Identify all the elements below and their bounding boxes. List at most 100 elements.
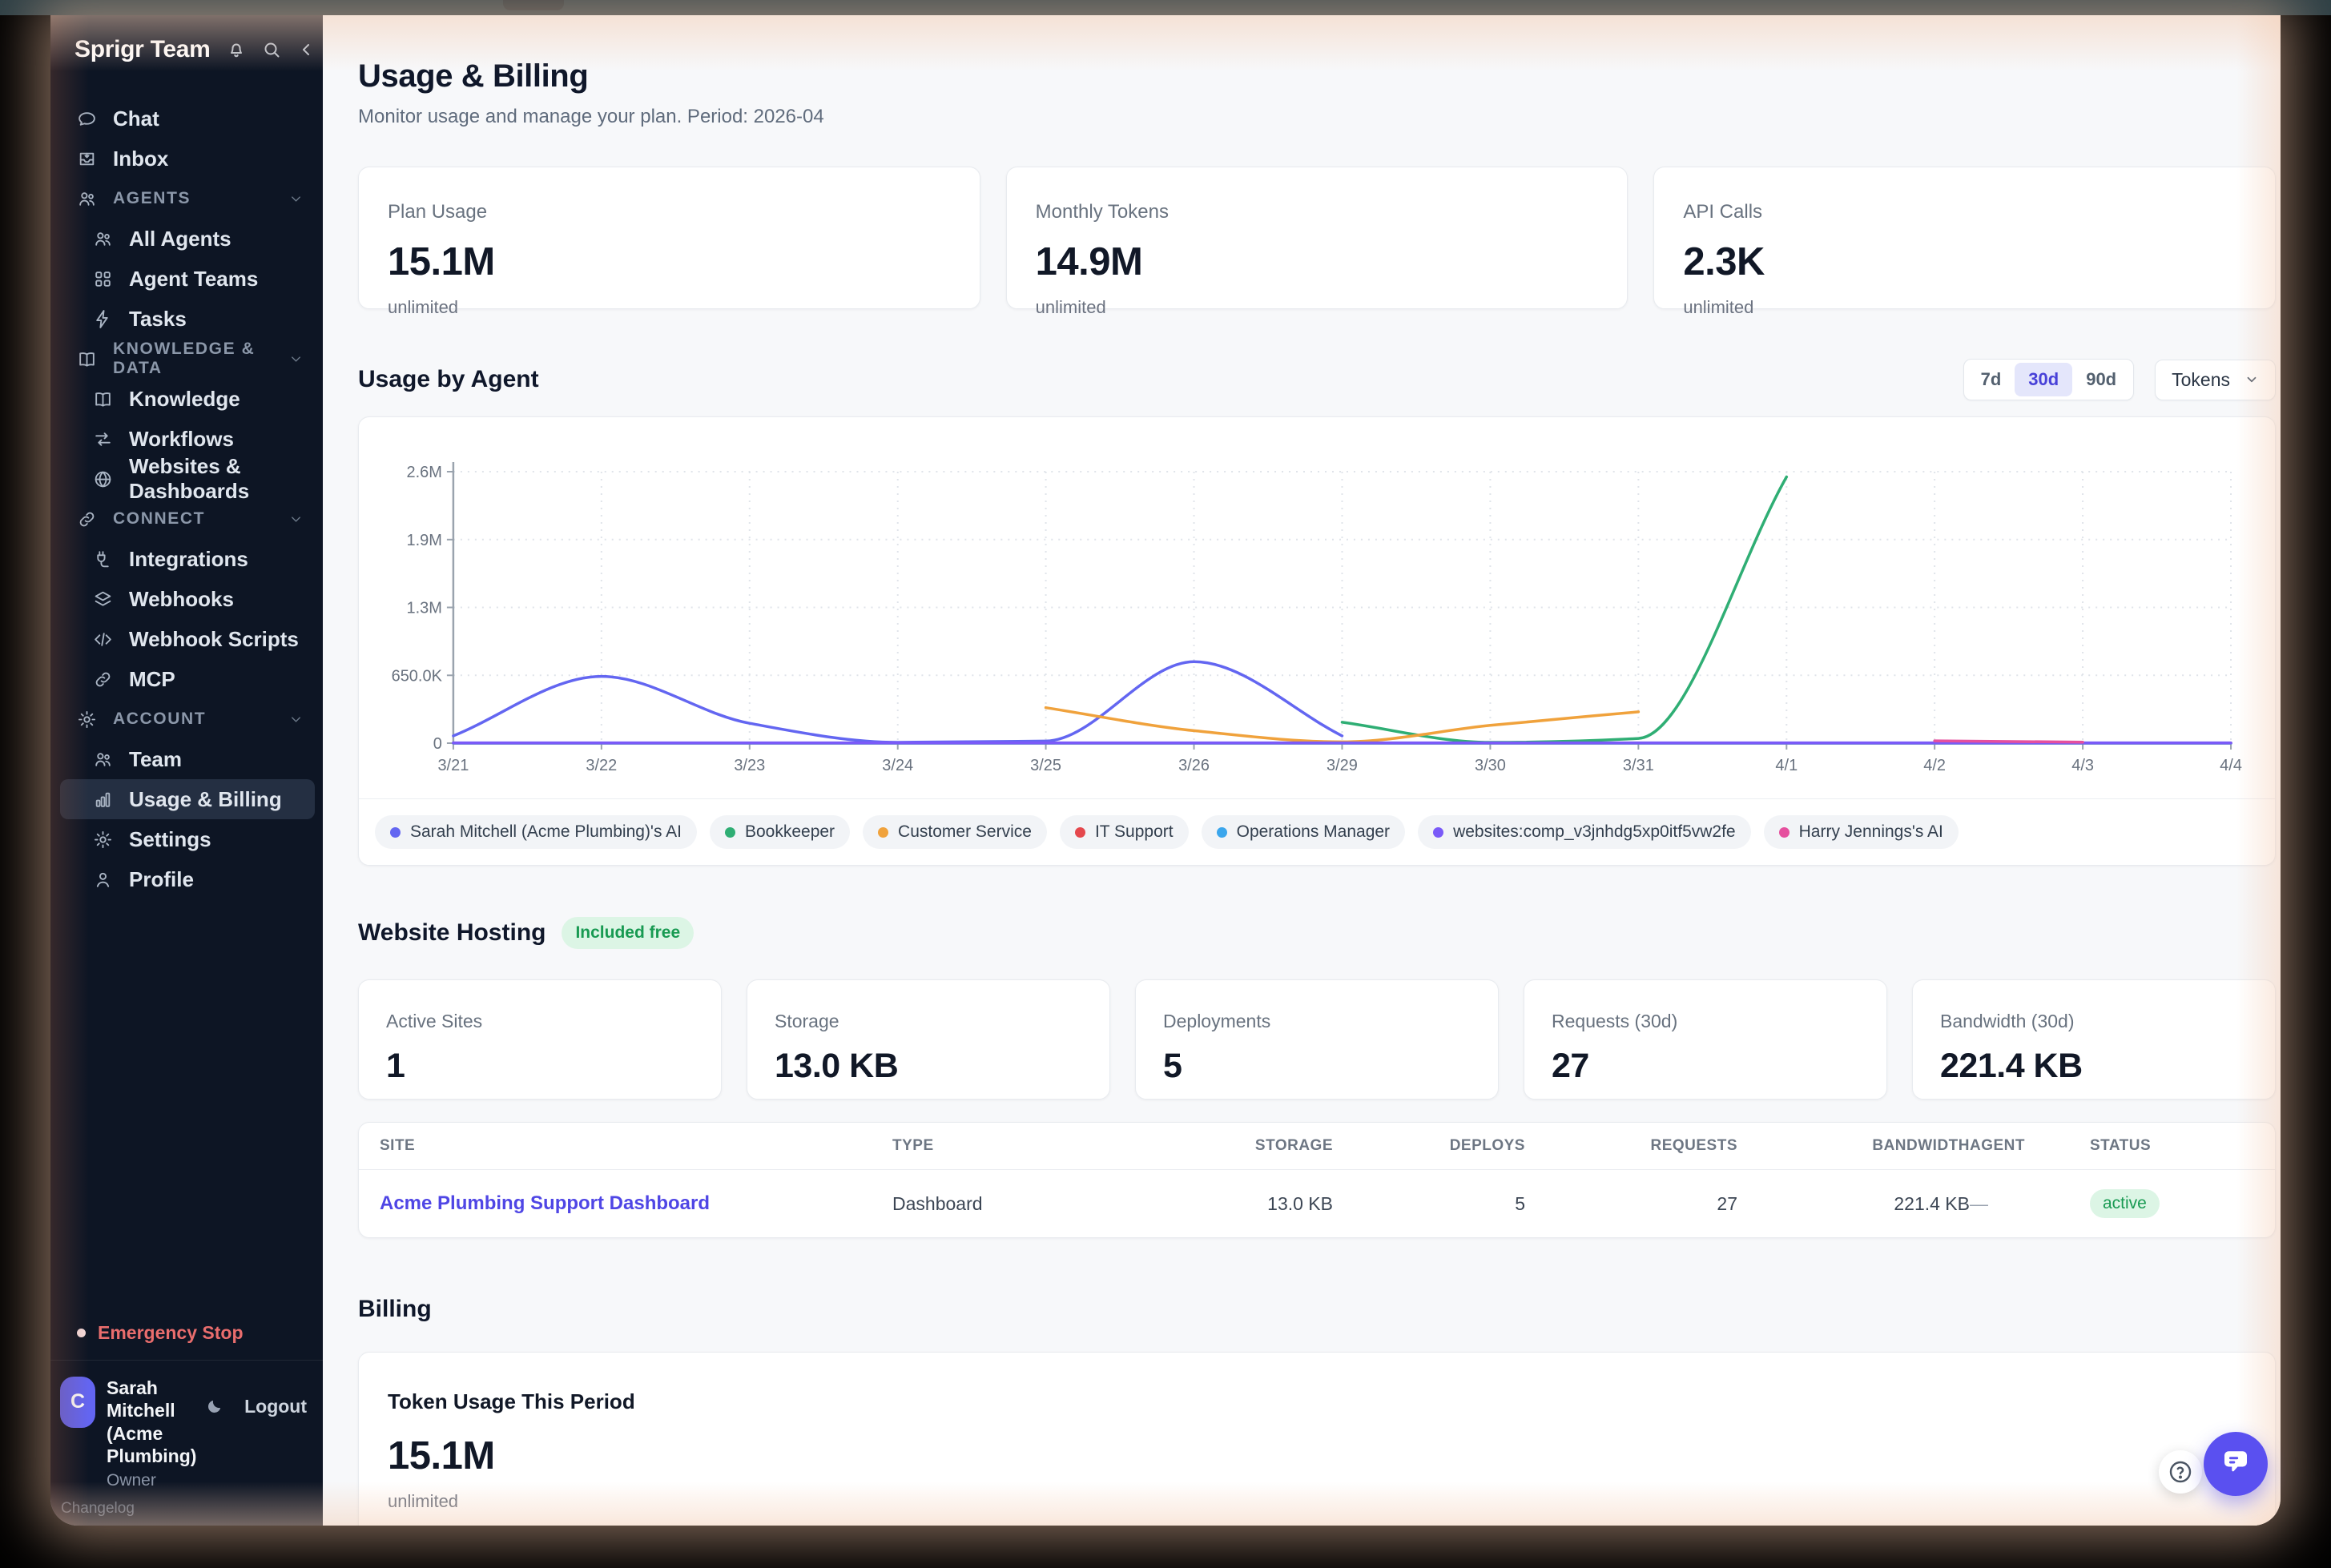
- stat-card-api-calls: API Calls 2.3K unlimited: [1653, 167, 2276, 317]
- dark-mode-toggle-icon[interactable]: [205, 1397, 223, 1416]
- sidebar-item-label: Team: [129, 746, 182, 771]
- range-option-7d[interactable]: 7d: [1967, 363, 2015, 396]
- svg-text:3/23: 3/23: [734, 757, 765, 774]
- emergency-stop-dot: [77, 1328, 86, 1337]
- svg-text:3/31: 3/31: [1623, 757, 1654, 774]
- sidebar-item-websites-dashboards[interactable]: Websites & Dashboards: [60, 454, 315, 503]
- stat-value: 14.9M: [1035, 240, 1143, 283]
- sidebar-item-integrations[interactable]: Integrations: [60, 539, 315, 579]
- sidebar-item-settings[interactable]: Settings: [60, 819, 315, 859]
- sidebar-header: Sprigr Team: [50, 36, 323, 63]
- emergency-stop-button[interactable]: Emergency Stop: [50, 1322, 323, 1344]
- legend-item-harry-jennings-s-ai[interactable]: Harry Jennings's AI: [1763, 815, 1959, 849]
- plug-icon: [93, 549, 113, 569]
- stat-value: 2.3K: [1683, 240, 1765, 283]
- chevron-down-icon: [288, 352, 304, 367]
- chat-icon: [77, 109, 97, 129]
- chevron-down-icon: [288, 712, 304, 727]
- metric-select[interactable]: Tokens: [2155, 359, 2276, 400]
- legend-item-customer-service[interactable]: Customer Service: [863, 815, 1047, 849]
- legend-dot: [1074, 826, 1085, 838]
- sidebar-item-all-agents[interactable]: All Agents: [60, 219, 315, 259]
- help-button[interactable]: [2159, 1450, 2202, 1494]
- legend-dot: [1433, 826, 1444, 838]
- logout-button[interactable]: Logout: [244, 1396, 307, 1417]
- chat-widget-button[interactable]: [2204, 1432, 2268, 1496]
- svg-text:1.3M: 1.3M: [406, 599, 441, 617]
- stat-sub: unlimited: [388, 297, 459, 317]
- stat-label: Plan Usage: [388, 201, 488, 223]
- site-link[interactable]: Acme Plumbing Support Dashboard: [380, 1192, 892, 1215]
- search-icon[interactable]: [262, 40, 281, 59]
- sidebar-item-label: MCP: [129, 666, 175, 691]
- sidebar-item-webhooks[interactable]: Webhooks: [60, 579, 315, 619]
- hosting-card-deployments: Deployments 5: [1135, 979, 1499, 1100]
- svg-text:0: 0: [433, 735, 442, 753]
- sidebar-item-agents[interactable]: AGENTS: [50, 179, 323, 219]
- sidebar-item-label: Tasks: [129, 306, 187, 331]
- sidebar-item-agent-teams[interactable]: Agent Teams: [60, 259, 315, 299]
- column-header-type: TYPE: [892, 1137, 934, 1154]
- changelog-link[interactable]: Changelog: [50, 1492, 323, 1518]
- sidebar-item-mcp[interactable]: MCP: [60, 659, 315, 699]
- legend-item-operations-manager[interactable]: Operations Manager: [1201, 815, 1406, 849]
- status-badge: active: [2090, 1189, 2160, 1218]
- column-header-site: SITE: [380, 1137, 416, 1154]
- stat-sub: unlimited: [1683, 297, 1754, 317]
- svg-text:4/3: 4/3: [2071, 757, 2094, 774]
- legend-label: Harry Jennings's AI: [1798, 822, 1943, 841]
- legend-dot: [390, 826, 401, 838]
- sidebar-item-webhook-scripts[interactable]: Webhook Scripts: [60, 619, 315, 659]
- book-icon: [93, 389, 113, 409]
- sidebar-item-team[interactable]: Team: [60, 739, 315, 779]
- token-usage-value: 15.1M: [388, 1434, 495, 1478]
- avatar: C: [60, 1376, 95, 1428]
- legend-item-sarah-mitchell-acme-plumbing-s-ai[interactable]: Sarah Mitchell (Acme Plumbing)'s AI: [375, 815, 697, 849]
- sidebar-item-usage-billing[interactable]: Usage & Billing: [60, 779, 315, 819]
- sidebar-item-knowledge-data[interactable]: KNOWLEDGE & DATA: [50, 339, 323, 379]
- sidebar-item-inbox[interactable]: Inbox: [50, 139, 323, 179]
- legend-item-it-support[interactable]: IT Support: [1059, 815, 1189, 849]
- legend-item-bookkeeper[interactable]: Bookkeeper: [709, 815, 851, 849]
- range-option-30d[interactable]: 30d: [2015, 363, 2073, 396]
- svg-text:3/29: 3/29: [1327, 757, 1358, 774]
- hosting-card-storage: Storage 13.0 KB: [747, 979, 1110, 1100]
- sidebar-item-label: Settings: [129, 826, 211, 851]
- chart-bars-icon: [93, 790, 113, 810]
- hosting-card-value: 5: [1163, 1047, 1182, 1085]
- sidebar-item-workflows[interactable]: Workflows: [60, 419, 315, 459]
- users-icon: [77, 189, 97, 209]
- hosting-card-value: 13.0 KB: [775, 1047, 899, 1085]
- token-usage-sub: unlimited: [388, 1491, 459, 1511]
- hosting-card-label: Storage: [775, 1011, 839, 1031]
- legend-label: IT Support: [1094, 822, 1174, 841]
- users-icon: [93, 750, 113, 770]
- sidebar-item-profile[interactable]: Profile: [60, 859, 315, 899]
- sidebar-item-tasks[interactable]: Tasks: [60, 299, 315, 339]
- user-name: Sarah Mitchell (Acme Plumbing): [107, 1377, 197, 1467]
- range-option-90d[interactable]: 90d: [2072, 363, 2130, 396]
- sidebar-divider: [50, 1359, 323, 1361]
- collapse-sidebar-icon[interactable]: [297, 40, 316, 59]
- legend-item-websites-comp-v3jnhdg5xp0itf5vw2fe[interactable]: websites:comp_v3jnhdg5xp0itf5vw2fe: [1418, 815, 1751, 849]
- svg-text:3/30: 3/30: [1475, 757, 1506, 774]
- bell-icon[interactable]: [227, 40, 246, 59]
- legend-label: Bookkeeper: [744, 822, 835, 841]
- site-bandwidth: 221.4 KB: [1894, 1192, 1970, 1214]
- layers-icon: [93, 589, 113, 609]
- grid-icon: [93, 269, 113, 289]
- sidebar-item-label: Inbox: [113, 146, 169, 171]
- site-deploys: 5: [1515, 1192, 1525, 1214]
- chevron-down-icon: [288, 512, 304, 527]
- code-icon: [93, 629, 113, 649]
- sidebar-item-knowledge[interactable]: Knowledge: [60, 379, 315, 419]
- hosting-cards-row: Active Sites 1 Storage 13.0 KB Deployments 5 R…: [358, 979, 2276, 1100]
- sidebar-item-connect[interactable]: CONNECT: [50, 499, 323, 539]
- stat-cards-row: Plan Usage 15.1M unlimited Monthly Tokens 14…: [358, 167, 2276, 317]
- sidebar-item-account[interactable]: ACCOUNT: [50, 699, 323, 739]
- sidebar-item-chat[interactable]: Chat: [50, 99, 323, 139]
- page-title: Usage & Billing: [358, 58, 589, 94]
- billing-section-title: Billing: [358, 1296, 432, 1322]
- browser-tab[interactable]: [503, 0, 564, 10]
- token-usage-label: Token Usage This Period: [388, 1389, 635, 1413]
